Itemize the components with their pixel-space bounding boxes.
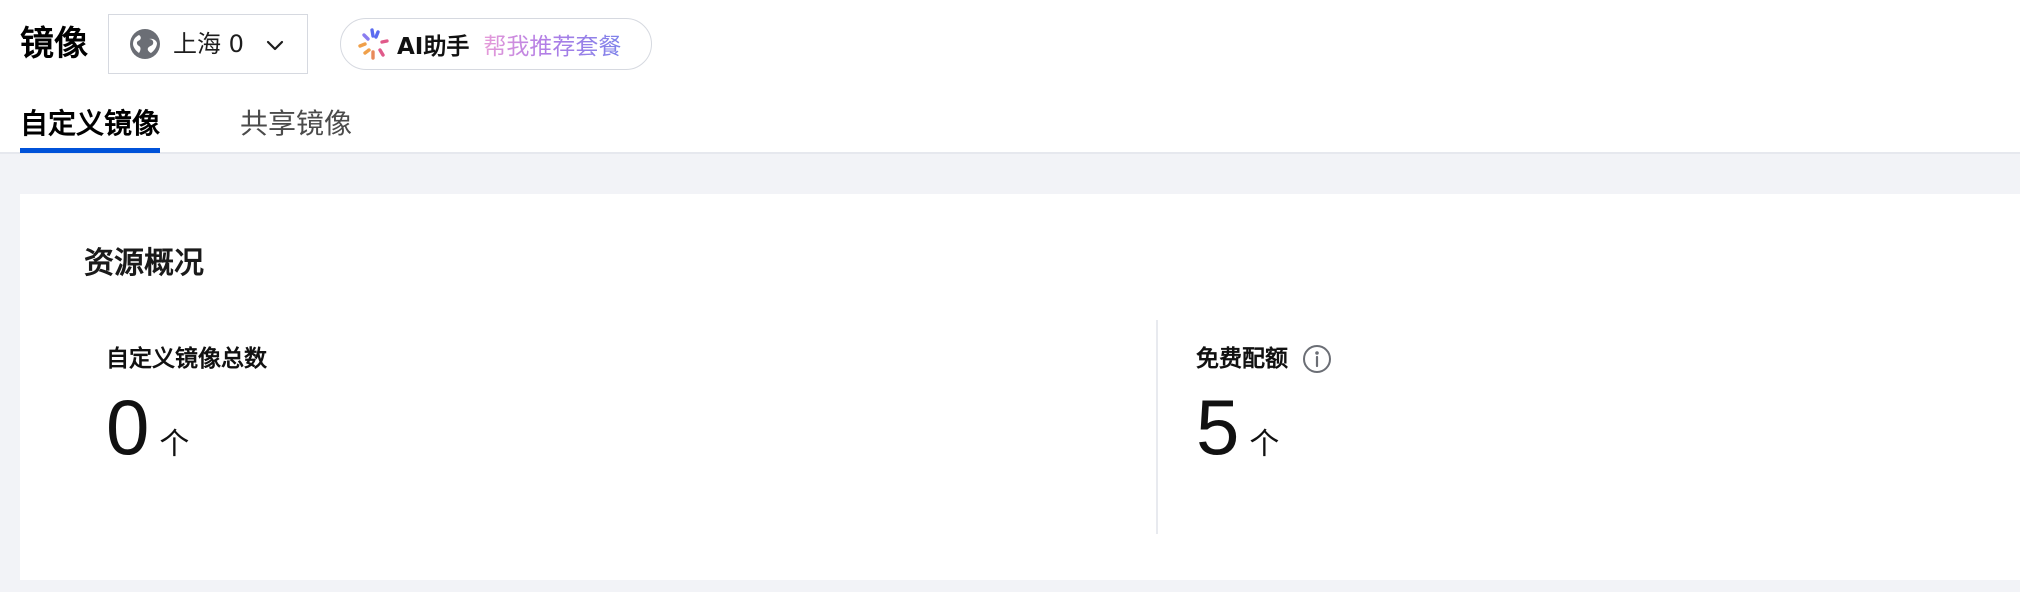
ai-assistant-label: AI助手 <box>397 34 470 60</box>
stat-custom-image-total: 自定义镜像总数 0 个 <box>106 344 267 471</box>
stat-label: 免费配额 <box>1196 344 1332 374</box>
stat-label-text: 免费配额 <box>1196 346 1288 372</box>
ai-assistant-icon <box>355 26 391 62</box>
top-bar: 镜像 上海 0 AI助手 帮我推荐套餐 自定义镜像 共享镜像 <box>0 0 2020 154</box>
stat-value-row: 5 个 <box>1196 383 1332 471</box>
tab-shared-images[interactable]: 共享镜像 <box>240 104 352 144</box>
region-select[interactable]: 上海 0 <box>108 14 308 74</box>
stat-label: 自定义镜像总数 <box>106 344 267 374</box>
ai-assistant-hint: 帮我推荐套餐 <box>483 27 621 61</box>
page-title: 镜像 <box>20 24 88 64</box>
tab-bar: 自定义镜像 共享镜像 <box>0 100 600 154</box>
stat-label-text: 自定义镜像总数 <box>106 346 267 372</box>
stat-value: 0 <box>106 383 150 471</box>
resource-overview-card: 资源概况 自定义镜像总数 0 个 免费配额 5 个 <box>20 194 2020 580</box>
stat-value: 5 <box>1196 383 1240 471</box>
tab-custom-images[interactable]: 自定义镜像 <box>20 104 160 144</box>
ai-assistant-button[interactable]: AI助手 帮我推荐套餐 <box>340 18 652 70</box>
stat-unit: 个 <box>1249 427 1280 462</box>
stat-free-quota: 免费配额 5 个 <box>1196 344 1332 471</box>
divider <box>1156 320 1158 534</box>
stat-value-row: 0 个 <box>106 383 267 471</box>
chevron-down-icon <box>265 35 285 55</box>
globe-icon <box>129 28 161 60</box>
info-icon[interactable] <box>1302 344 1332 374</box>
stat-unit: 个 <box>159 427 190 462</box>
region-label: 上海 0 <box>173 30 244 58</box>
section-title: 资源概况 <box>84 246 204 281</box>
active-tab-indicator <box>20 148 160 153</box>
